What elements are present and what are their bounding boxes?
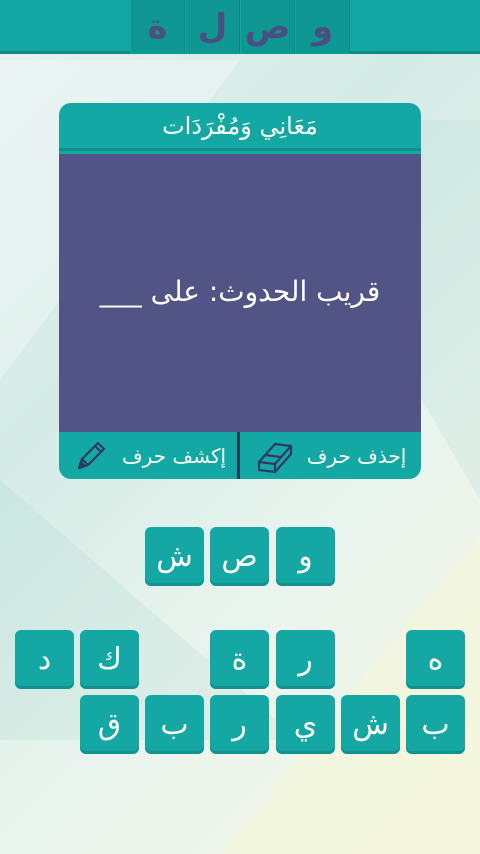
reveal-letter-button[interactable]: إكشف حرف <box>59 432 240 479</box>
letter-tile[interactable]: ش <box>341 695 400 754</box>
top-bar: و ص ل ة <box>0 0 480 54</box>
letter-tile[interactable]: ر <box>210 695 269 754</box>
letter-tile[interactable]: ة <box>210 630 269 689</box>
letter-tile[interactable]: ر <box>276 630 335 689</box>
question-text: قريب الحدوث: على ___ <box>99 274 381 308</box>
delete-letter-label: إحذف حرف <box>306 443 407 468</box>
letter-tile[interactable]: ه <box>406 630 465 689</box>
pencil-icon <box>70 436 110 476</box>
letter-tile[interactable]: د <box>15 630 74 689</box>
logo-letter: ص <box>240 0 295 54</box>
letter-tile[interactable]: ب <box>406 695 465 754</box>
letter-tile[interactable]: ي <box>276 695 335 754</box>
hint-bar: إكشف حرف إحذف حرف <box>59 432 421 479</box>
letter-tile[interactable]: ب <box>145 695 204 754</box>
answer-tile[interactable]: و <box>276 527 335 586</box>
eraser-icon <box>255 436 295 476</box>
category-title: مَعَانِي وَمُفْرَدَات <box>59 103 421 151</box>
letter-tile[interactable]: ك <box>80 630 139 689</box>
question-card: مَعَانِي وَمُفْرَدَات قريب الحدوث: على _… <box>59 103 421 479</box>
app-logo: و ص ل ة <box>130 0 350 54</box>
delete-letter-button[interactable]: إحذف حرف <box>240 432 421 479</box>
answer-tile[interactable]: ص <box>210 527 269 586</box>
question-panel: قريب الحدوث: على ___ <box>59 154 421 432</box>
logo-letter: و <box>295 0 350 54</box>
letter-tile[interactable]: ق <box>80 695 139 754</box>
logo-letter: ة <box>130 0 185 54</box>
answer-tile[interactable]: ش <box>145 527 204 586</box>
logo-letter: ل <box>185 0 240 54</box>
reveal-letter-label: إكشف حرف <box>121 443 227 468</box>
